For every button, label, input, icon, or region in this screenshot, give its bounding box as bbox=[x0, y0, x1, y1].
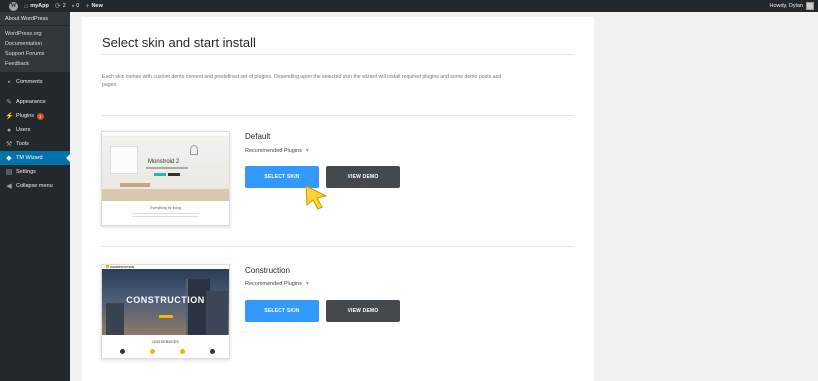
updates-link[interactable]: ⟳ 2 bbox=[55, 0, 66, 12]
sidebar-item-users[interactable]: ● Users bbox=[0, 123, 70, 137]
sidebar-item-label: Plugins bbox=[16, 113, 35, 119]
comment-icon: ▪ bbox=[7, 78, 11, 86]
sidebar-item-plugins[interactable]: ⚡ Plugins 1 bbox=[0, 109, 70, 123]
sidebar-item-label: Tools bbox=[16, 141, 29, 147]
wordpress-logo-icon: W bbox=[9, 1, 18, 11]
sidebar-item-tools[interactable]: ⚒ Tools bbox=[0, 137, 70, 151]
avatar bbox=[806, 2, 814, 10]
caret-down-icon: ▼ bbox=[304, 281, 310, 287]
view-demo-button[interactable]: VIEW DEMO bbox=[326, 300, 400, 322]
sidebar-submenu: WordPress.org Documentation Support Foru… bbox=[0, 25, 70, 72]
admin-bar: W ⌂ myApp ⟳ 2 ▪ 0 + New Howdy, Dylan bbox=[0, 0, 818, 12]
site-name-link[interactable]: ⌂ myApp bbox=[24, 0, 49, 12]
recommended-plugins-label: Recommended Plugins bbox=[245, 148, 302, 154]
user-icon: ● bbox=[6, 126, 12, 134]
caret-down-icon: ▼ bbox=[304, 148, 310, 154]
divider bbox=[102, 246, 574, 247]
skin-thumbnail-construction[interactable]: CONSTRUCTION CONSTRUCTION OUR SERVICES bbox=[101, 264, 230, 359]
skin-thumbnail-default[interactable]: Monstroid 2 Everything for living bbox=[101, 131, 230, 226]
new-label: New bbox=[91, 3, 103, 9]
wrench-icon: ⚒ bbox=[5, 141, 13, 148]
submenu-item-documentation[interactable]: Documentation bbox=[0, 39, 70, 49]
thumbnail-title: Monstroid 2 bbox=[148, 159, 180, 165]
sidebar-item-comments[interactable]: ▪ Comments bbox=[0, 75, 70, 89]
admin-sidebar: About WordPress WordPress.org Documentat… bbox=[0, 12, 70, 381]
plus-icon: + bbox=[85, 2, 90, 10]
updates-icon: ⟳ bbox=[54, 2, 61, 10]
updates-count: 2 bbox=[62, 3, 66, 9]
wordpress-menu[interactable]: W bbox=[6, 0, 18, 12]
thumbnail-title: CONSTRUCTION bbox=[126, 295, 205, 305]
home-icon: ⌂ bbox=[24, 2, 29, 10]
select-skin-button[interactable]: SELECT SKIN bbox=[245, 300, 319, 322]
comments-link[interactable]: ▪ 0 bbox=[72, 0, 80, 12]
sidebar-item-appearance[interactable]: ✎ Appearance bbox=[0, 95, 70, 109]
skin-name: Default bbox=[245, 132, 271, 141]
settings-icon: ▤ bbox=[5, 169, 13, 176]
page-title: Select skin and start install bbox=[102, 35, 256, 50]
collapse-icon: ◀ bbox=[6, 183, 12, 190]
sidebar-item-about[interactable]: About WordPress bbox=[0, 12, 70, 25]
thumbnail-caption: OUR SERVICES bbox=[152, 340, 179, 344]
mouse-cursor-icon bbox=[305, 185, 328, 210]
recommended-plugins-toggle[interactable]: Recommended Plugins ▼ bbox=[245, 281, 310, 287]
recommended-plugins-label: Recommended Plugins bbox=[245, 281, 302, 287]
plug-icon: ⚡ bbox=[5, 113, 14, 120]
wizard-panel: Select skin and start install Each skin … bbox=[82, 17, 594, 381]
submenu-item-wordpress-org[interactable]: WordPress.org bbox=[0, 29, 70, 39]
comments-count: 0 bbox=[76, 3, 80, 9]
divider bbox=[102, 115, 574, 116]
skin-name: Construction bbox=[245, 266, 290, 275]
comment-icon: ▪ bbox=[71, 2, 75, 10]
sidebar-item-tm-wizard[interactable]: ◆ TM Wizard bbox=[0, 151, 70, 165]
view-demo-button[interactable]: VIEW DEMO bbox=[326, 166, 400, 188]
sidebar-item-label: Settings bbox=[16, 169, 36, 175]
recommended-plugins-toggle[interactable]: Recommended Plugins ▼ bbox=[245, 148, 310, 154]
sidebar-item-collapse[interactable]: ◀ Collapse menu bbox=[0, 179, 70, 193]
sidebar-item-label: Comments bbox=[16, 79, 43, 85]
new-content-link[interactable]: + New bbox=[85, 0, 102, 12]
divider bbox=[102, 54, 574, 55]
wizard-icon: ◆ bbox=[6, 155, 12, 162]
account-menu[interactable]: Howdy, Dylan bbox=[769, 0, 814, 12]
sidebar-item-label: Appearance bbox=[16, 99, 46, 105]
sidebar-item-settings[interactable]: ▤ Settings bbox=[0, 165, 70, 179]
thumbnail-caption: Everything for living bbox=[150, 206, 181, 210]
plugins-update-badge: 1 bbox=[37, 112, 44, 120]
submenu-item-feedback[interactable]: Feedback bbox=[0, 59, 70, 69]
sidebar-item-label: Users bbox=[16, 127, 31, 133]
sidebar-item-label: Collapse menu bbox=[16, 183, 53, 189]
sidebar-item-label: TM Wizard bbox=[16, 155, 43, 161]
howdy-text: Howdy, Dylan bbox=[769, 3, 803, 9]
sidebar-item-label: About WordPress bbox=[5, 15, 49, 22]
site-name: myApp bbox=[30, 3, 49, 9]
submenu-item-support-forums[interactable]: Support Forums bbox=[0, 49, 70, 59]
brush-icon: ✎ bbox=[6, 99, 12, 106]
page-description: Each skin comes with custom demo content… bbox=[102, 74, 502, 88]
